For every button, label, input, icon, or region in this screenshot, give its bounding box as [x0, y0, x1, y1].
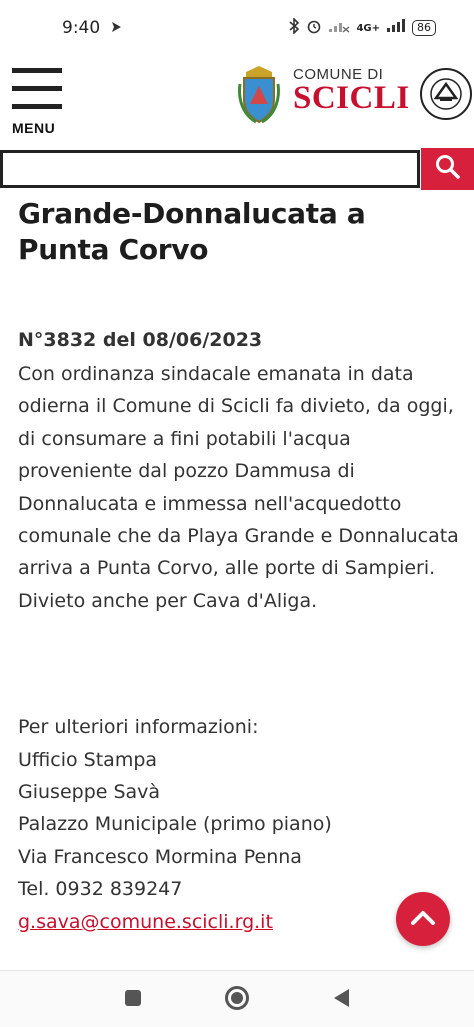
back-button[interactable]: [326, 985, 356, 1015]
menu-button[interactable]: MENU: [12, 66, 62, 136]
site-logo[interactable]: COMUNE DI SCICLI: [293, 66, 410, 116]
signal-icon: [386, 19, 406, 37]
contact-info: Per ulteriori informazioni: Ufficio Stam…: [18, 711, 463, 938]
info-line: Giuseppe Savà: [18, 781, 161, 804]
recents-button[interactable]: [118, 985, 148, 1015]
article-title: Grande-Donnalucata a Punta Corvo: [18, 197, 366, 266]
info-line: Per ulteriori informazioni:: [18, 716, 259, 739]
info-line: Palazzo Municipale (primo piano): [18, 813, 332, 836]
home-button[interactable]: [222, 985, 252, 1015]
hamburger-icon-bar-bottom: [12, 104, 62, 109]
status-bar: 9:40 4G+ 86: [0, 0, 474, 56]
alarm-icon: [306, 18, 322, 38]
ordinance-number: N°3832 del 08/06/2023: [18, 329, 263, 351]
status-right: 4G+ 86: [288, 17, 436, 38]
search-button[interactable]: [421, 148, 474, 190]
article-content: Grande-Donnalucata a Punta Corvo N°3832 …: [18, 192, 463, 938]
search-icon: [435, 154, 461, 184]
battery-icon: 86: [412, 20, 436, 36]
site-header: MENU COMUNE DI SCICLI: [0, 56, 474, 148]
circle-icon: [224, 985, 250, 1015]
unesco-heritage-icon: [418, 62, 474, 122]
hamburger-icon-bar-middle: [12, 86, 62, 91]
status-time: 9:40: [62, 18, 101, 38]
bluetooth-icon: [288, 17, 300, 38]
article-paragraph: Con ordinanza sindacale emanata in data …: [18, 363, 459, 580]
info-line: Tel. 0932 839247: [18, 878, 183, 901]
search-bar: [0, 148, 474, 192]
scroll-to-top-button[interactable]: [396, 892, 450, 946]
info-line: Ufficio Stampa: [18, 748, 158, 771]
status-left: 9:40: [62, 18, 122, 38]
article-paragraph: Divieto anche per Cava d'Aliga.: [18, 589, 318, 612]
municipal-crest-icon: [236, 64, 282, 124]
chevron-up-icon: [410, 908, 436, 930]
cast-icon: [110, 18, 122, 38]
search-input[interactable]: [0, 150, 420, 188]
wifi-off-icon: [328, 19, 350, 37]
info-line: Via Francesco Mormina Penna: [18, 845, 302, 868]
network-type: 4G+: [356, 22, 380, 34]
menu-label: MENU: [12, 120, 56, 136]
system-nav-bar: [0, 971, 474, 1027]
square-icon: [124, 989, 142, 1011]
triangle-back-icon: [331, 987, 351, 1013]
logo-big-text: SCICLI: [293, 80, 410, 116]
hamburger-icon-bar-top: [12, 68, 62, 73]
